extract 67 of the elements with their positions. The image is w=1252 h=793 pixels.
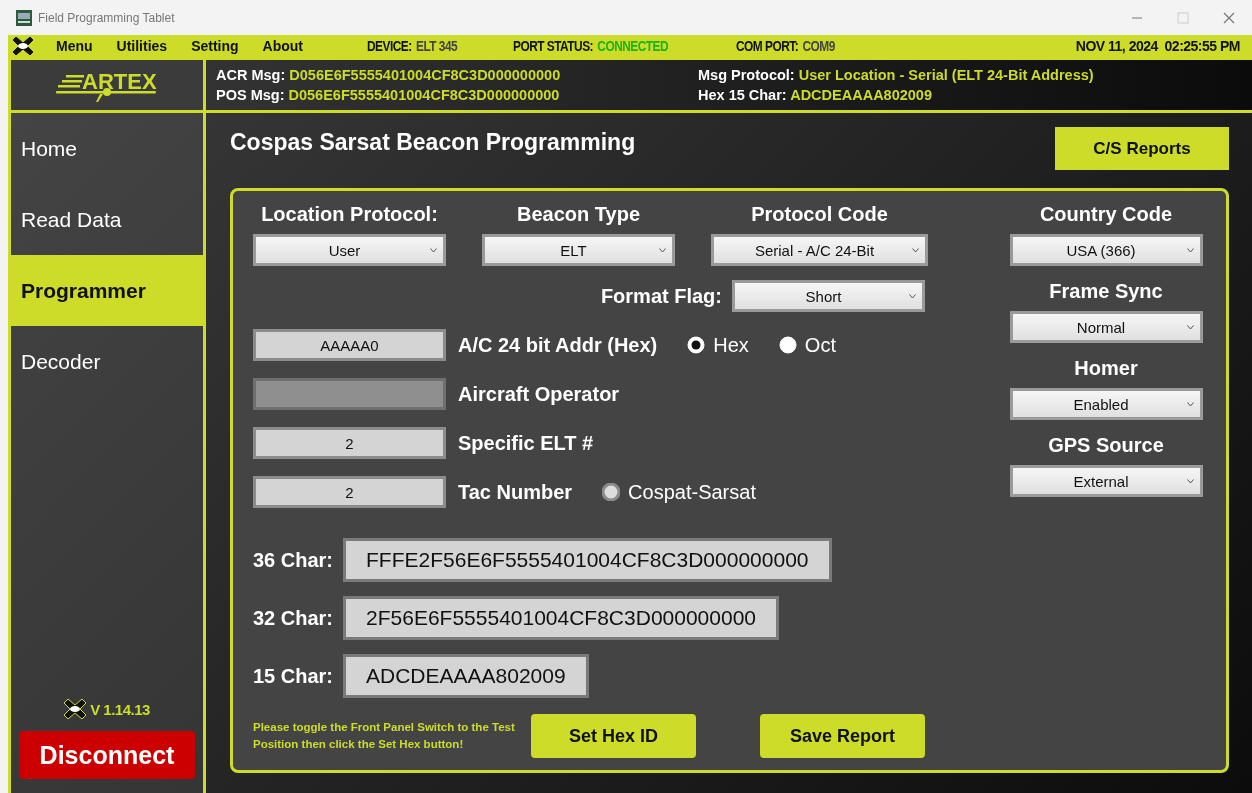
menu-item[interactable]: Setting [191, 38, 239, 54]
field-label: Beacon Type [517, 203, 640, 226]
input-field[interactable]: 2 [253, 476, 446, 508]
chevron-down-icon [430, 248, 437, 253]
status-label: DEVICE: ELT 345 [367, 38, 458, 54]
acr-logo-icon [64, 699, 87, 719]
reports-button[interactable]: C/S Reports [1055, 127, 1229, 170]
field-label: GPS Source [1048, 434, 1164, 457]
dropdown[interactable]: External [1009, 465, 1203, 497]
chevron-down-icon [1186, 248, 1194, 253]
message-line: Msg Protocol: User Location - Serial (ELT 24-Bit Address) [698, 67, 1095, 83]
hex-output-field: 2F56E6F5555401004CF8C3D000000000 [343, 596, 779, 640]
field-label: Location Protocol: [261, 203, 438, 226]
page-title: Cospas Sarsat Beacon Programming [230, 129, 636, 156]
sidebar-item[interactable]: Programmer [11, 255, 203, 326]
message-line: POS Msg: D056E6F5555401004CF8C3D000000000 [216, 87, 561, 103]
field-label: Frame Sync [1049, 280, 1163, 303]
dropdown[interactable]: Short [732, 280, 925, 312]
disconnect-button[interactable]: Disconnect [19, 731, 195, 779]
field-label: 36 Char: [253, 548, 334, 572]
radio-option[interactable]: Oct [778, 333, 836, 357]
status-label: COM PORT: COM9 [735, 38, 835, 54]
app-icon [16, 9, 32, 26]
menu-item[interactable]: About [262, 38, 304, 54]
status-label: PORT STATUS: CONNECTED [513, 38, 669, 54]
version-label: V 1.14.13 [90, 700, 150, 718]
menu-item[interactable]: Utilities [116, 38, 168, 54]
action-button[interactable]: Set Hex ID [531, 714, 696, 758]
input-field[interactable]: AAAAA0 [253, 329, 446, 361]
field-label: Country Code [1039, 203, 1173, 226]
field-label: Protocol Code [751, 203, 888, 226]
logo-drawing: ARTEX [52, 67, 162, 103]
field-label: Tac Number [458, 480, 573, 504]
radio-option[interactable]: Hex [687, 333, 749, 357]
dropdown[interactable]: Enabled [1009, 388, 1203, 420]
field-label: 32 Char: [253, 606, 334, 630]
sidebar-item[interactable]: Read Data [11, 184, 203, 255]
chevron-down-icon [1186, 479, 1194, 484]
date-time: NOV 11, 2024 02:25:55 PM [1075, 38, 1240, 54]
dropdown[interactable]: User [253, 234, 446, 266]
dropdown[interactable]: Serial - A/C 24-Bit [711, 234, 928, 266]
field-label: Homer [1074, 357, 1138, 380]
message-line: Hex 15 Char: ADCDEAAAA802009 [698, 87, 933, 103]
instruction-text: Please toggle the Front Panel Switch to the Test Position then click the Set Hex button! [253, 719, 515, 752]
chevron-down-icon [909, 294, 916, 299]
hex-output-field: FFFE2F56E6F5555401004CF8C3D000000000 [343, 538, 832, 582]
chevron-down-icon [659, 248, 666, 253]
dropdown[interactable]: Normal [1009, 311, 1203, 343]
dropdown[interactable]: USA (366) [1009, 234, 1203, 266]
menu-item[interactable]: Menu [56, 38, 93, 54]
dropdown[interactable]: ELT [482, 234, 675, 266]
sidebar-item[interactable]: Decoder [11, 326, 203, 397]
chevron-down-icon [1186, 402, 1194, 407]
field-label: Format Flag: [600, 284, 722, 308]
field-label: 15 Char: [253, 664, 334, 688]
chevron-down-icon [1186, 325, 1194, 330]
chevron-down-icon [912, 248, 919, 253]
hex-output-field: ADCDEAAAA802009 [343, 654, 589, 698]
input-field[interactable]: 2 [253, 427, 446, 459]
window-title: Field Programming Tablet [38, 10, 176, 25]
field-label: Specific ELT # [458, 431, 594, 455]
message-line: ACR Msg: D056E6F5555401004CF8C3D000000000 [216, 67, 562, 83]
action-button[interactable]: Save Report [760, 714, 925, 758]
sidebar-item[interactable]: Home [11, 113, 203, 184]
field-label: Aircraft Operator [458, 382, 620, 406]
close-icon[interactable] [1223, 11, 1235, 24]
field-label: A/C 24 bit Addr (Hex) [458, 333, 658, 357]
